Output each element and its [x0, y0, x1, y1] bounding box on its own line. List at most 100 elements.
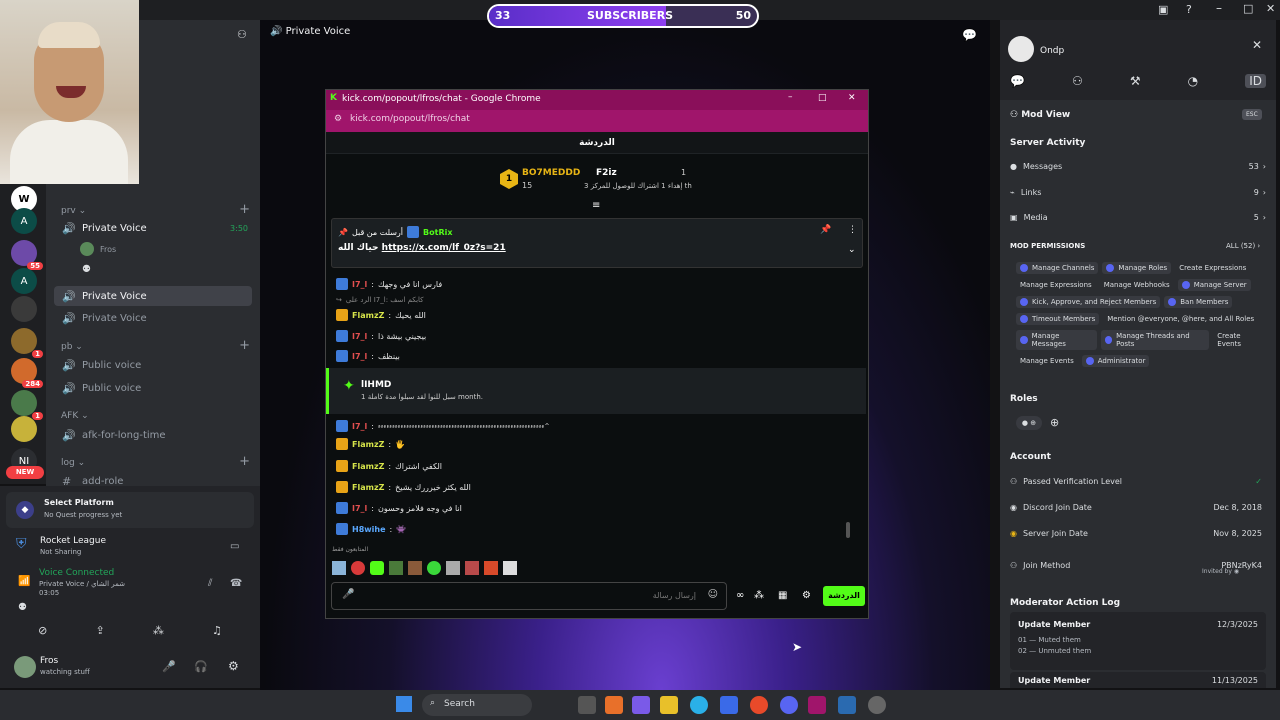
all-permissions-link[interactable]: ALL (52) ›	[1226, 242, 1260, 250]
quest-card[interactable]: ◆ Select Platform No Quest progress yet	[6, 492, 254, 528]
chat-message[interactable]: I7_l: ءءءءءءءءءءءءءءءءءءءءءءءءءءءءءءءءءء…	[336, 420, 856, 432]
windows-start-icon[interactable]	[396, 696, 412, 712]
activity-row-links[interactable]: ⌁ Links 9 ›	[1010, 181, 1266, 203]
app-icon[interactable]	[868, 696, 886, 714]
close-icon[interactable]: ✕	[848, 93, 856, 103]
server-icon[interactable]: A	[11, 208, 37, 234]
close-icon[interactable]: ✕	[1252, 38, 1262, 52]
task-view-icon[interactable]	[578, 696, 596, 714]
server-icon[interactable]	[11, 296, 37, 322]
collapse-icon[interactable]: ≡	[592, 200, 600, 211]
soundboard-icon[interactable]: ♫	[212, 624, 222, 642]
store-icon[interactable]	[720, 696, 738, 714]
maximize-icon[interactable]: □	[818, 93, 827, 103]
share-icon[interactable]: ▭	[230, 541, 239, 552]
id-tab-icon[interactable]: ID	[1245, 74, 1266, 88]
settings-gear-icon[interactable]: ⚙	[802, 590, 811, 601]
leader2-name[interactable]: F2iz	[596, 168, 617, 178]
chat-message[interactable]: FlamzZ: الله يكثر خيرررك يشيخ	[336, 481, 856, 493]
sub-user[interactable]: lIHMD	[361, 380, 391, 390]
minimize-icon[interactable]: –	[788, 92, 793, 102]
user-tab-icon[interactable]: ⚇	[1072, 74, 1083, 88]
channel-public-voice[interactable]: 🔊 Public voice	[54, 355, 252, 375]
app-icon[interactable]	[838, 696, 856, 714]
chat-input[interactable]: 🎤 إرسال رسالة ☺	[331, 582, 727, 610]
category-prv[interactable]: prv ⌄	[61, 206, 86, 216]
chat-message[interactable]: I7_l: بيجيني بيشة ذا	[336, 330, 856, 342]
server-icon[interactable]: 1	[11, 328, 43, 358]
chat-message[interactable]: H8wihe: 👾	[336, 523, 856, 535]
send-button[interactable]: الدردشة	[823, 586, 865, 606]
chat-message[interactable]: FlamzZ: الله يحيك	[336, 309, 856, 321]
category-pb[interactable]: pb ⌄	[61, 342, 83, 352]
infinity-icon[interactable]: ∞	[736, 590, 744, 601]
users-icon[interactable]: ⁂	[754, 590, 764, 601]
disconnect-icon[interactable]: ☎	[230, 578, 242, 589]
emoji-icon[interactable]: ☺	[708, 589, 718, 600]
file-explorer-icon[interactable]	[660, 696, 678, 714]
chat-message[interactable]: I7_l: بينظف	[336, 350, 856, 362]
server-icon[interactable]	[11, 416, 37, 442]
chrome-popout-icon[interactable]	[808, 696, 826, 714]
role-pill[interactable]: ● ⊕	[1016, 416, 1042, 430]
chat-message[interactable]: I7_l: انا في وجه فلامز وحسون	[336, 502, 856, 514]
emote-icon[interactable]	[408, 561, 422, 575]
channel-private-voice-selected[interactable]: 🔊 Private Voice	[54, 286, 252, 306]
messages-tab-icon[interactable]: 💬	[1010, 74, 1025, 88]
emote-icon[interactable]	[427, 561, 441, 575]
voice-channel[interactable]: Private Voice / شمر الشاي	[39, 580, 125, 588]
emote-icon[interactable]	[503, 561, 517, 575]
chat-bubble-icon[interactable]: 💬	[962, 28, 977, 42]
maximize-icon[interactable]: □	[1243, 2, 1253, 15]
emote-icon[interactable]	[351, 561, 365, 575]
activities-icon[interactable]: ⁂	[153, 624, 164, 642]
discord-icon[interactable]	[780, 696, 798, 714]
chat-scrollbar[interactable]	[846, 522, 850, 538]
add-member-icon[interactable]: ⚇	[237, 28, 247, 41]
microphone-icon[interactable]: 🎤	[162, 660, 176, 673]
app-icon[interactable]	[632, 696, 650, 714]
voice-member[interactable]: Fros	[80, 242, 116, 256]
hammer-tab-icon[interactable]: ⚒	[1130, 74, 1141, 88]
pinned-user[interactable]: BotRix	[423, 228, 452, 237]
headphones-icon[interactable]: 🎧	[194, 660, 208, 673]
chat-message[interactable]: I7_l: فارس انا في وجهك	[336, 278, 856, 290]
minimize-icon[interactable]: –	[1216, 1, 1222, 15]
add-role-icon[interactable]: ⊕	[1050, 416, 1059, 429]
channel-private-voice[interactable]: 🔊 Private Voice	[54, 308, 252, 328]
help-icon[interactable]: ?	[1186, 3, 1192, 16]
mod-log-entry[interactable]: Update Member 12/3/2025 01 — Muted them …	[1010, 612, 1266, 670]
emote-icon[interactable]	[446, 561, 460, 575]
server-icon[interactable]: 284	[11, 358, 43, 388]
server-icon[interactable]: A	[11, 268, 37, 294]
channel-afk[interactable]: 🔊 afk-for-long-time	[54, 425, 252, 445]
category-log[interactable]: log ⌄	[61, 458, 85, 468]
pin-icon[interactable]: 📌	[820, 225, 831, 235]
add-channel-icon[interactable]: +	[239, 454, 250, 469]
add-channel-icon[interactable]: +	[239, 202, 250, 217]
channel-public-voice[interactable]: 🔊 Public voice	[54, 378, 252, 398]
emote-icon[interactable]	[484, 561, 498, 575]
taskbar-search[interactable]: ⌕ Search	[422, 694, 532, 716]
store-icon[interactable]: ▦	[778, 590, 787, 601]
emote-icon[interactable]	[389, 561, 403, 575]
emote-icon[interactable]	[370, 561, 384, 575]
chevron-down-icon[interactable]: ⌄	[848, 245, 856, 255]
noise-suppression-icon[interactable]: ⫽	[208, 578, 212, 589]
activity-tab-icon[interactable]: ◔	[1188, 74, 1198, 88]
chrome-icon[interactable]	[750, 696, 768, 714]
screenshare-icon[interactable]: ⇪	[95, 624, 104, 642]
microphone-icon[interactable]: 🎤	[342, 589, 354, 600]
server-icon[interactable]: 55	[11, 240, 43, 270]
emote-icon[interactable]	[332, 561, 346, 575]
site-info-icon[interactable]: ⚙	[334, 114, 342, 124]
edge-icon[interactable]	[690, 696, 708, 714]
chat-message[interactable]: FlamzZ: الكفي اشتراك	[336, 460, 856, 472]
leader1-name[interactable]: BO7MEDDD	[522, 168, 580, 178]
app-icon[interactable]	[605, 696, 623, 714]
category-afk[interactable]: AFK ⌄	[61, 411, 89, 421]
avatar[interactable]	[14, 656, 36, 678]
channel-private-voice[interactable]: 🔊 Private Voice 3:50	[54, 218, 252, 238]
more-options-icon[interactable]: ⋮	[848, 225, 857, 235]
avatar[interactable]	[1008, 36, 1034, 62]
